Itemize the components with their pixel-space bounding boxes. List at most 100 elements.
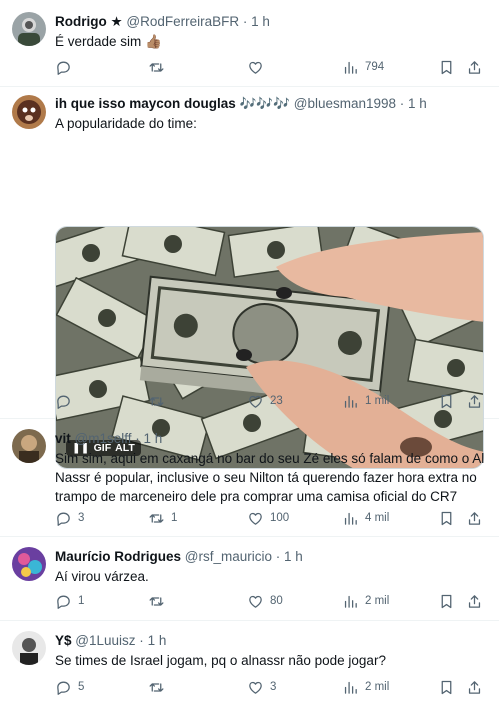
reply-count: 5 [78, 681, 85, 693]
views-icon [342, 510, 359, 527]
share-button[interactable] [466, 391, 483, 411]
bookmark-button[interactable] [438, 57, 455, 77]
views-button[interactable]: 794 [342, 57, 384, 77]
reply-icon [55, 593, 72, 610]
display-name[interactable]: vit [55, 431, 71, 446]
display-name[interactable]: Maurício Rodrigues [55, 549, 181, 564]
tweet-text: É verdade sim 👍🏽 [55, 34, 162, 49]
reply-count: 3 [78, 512, 85, 524]
retweet-count: 1 [171, 512, 178, 524]
separator: · [135, 431, 140, 446]
retweet-button[interactable] [148, 391, 171, 411]
reply-button[interactable]: 1 [55, 591, 84, 611]
timestamp[interactable]: 1 h [148, 633, 167, 648]
share-button[interactable] [466, 508, 483, 528]
tweet[interactable]: Maurício Rodrigues @rsf_mauricio · 1 h A… [0, 537, 499, 621]
tweet[interactable]: Y$ @1Luuisz · 1 h Se times de Israel jog… [0, 621, 499, 707]
tweet-header: vit @m1selff · 1 h [55, 430, 487, 447]
reply-button[interactable] [55, 57, 78, 77]
views-icon [342, 593, 359, 610]
avatar[interactable] [12, 429, 46, 463]
bookmark-icon [438, 679, 455, 696]
timestamp[interactable]: 1 h [251, 14, 270, 29]
tweet-text: Aí virou várzea. [55, 569, 149, 584]
share-icon [466, 593, 483, 610]
display-name[interactable]: ih que isso maycon douglas 🎶🎶🎶 [55, 96, 290, 111]
retweet-button[interactable] [148, 57, 171, 77]
reply-icon [55, 393, 72, 410]
avatar[interactable] [12, 547, 46, 581]
avatar[interactable] [12, 12, 46, 46]
bookmark-button[interactable] [438, 391, 455, 411]
retweet-button[interactable] [148, 591, 171, 611]
reply-button[interactable] [55, 391, 78, 411]
views-button[interactable]: 2 mil [342, 677, 389, 697]
reply-button[interactable]: 3 [55, 508, 84, 528]
timestamp[interactable]: 1 h [144, 431, 163, 446]
handle[interactable]: @rsf_mauricio [185, 549, 272, 564]
like-button[interactable] [247, 57, 270, 77]
share-icon [466, 679, 483, 696]
tweet[interactable]: Rodrigo ★ @RodFerreiraBFR · 1 h É verdad… [0, 0, 499, 87]
retweet-button[interactable]: 1 [148, 508, 177, 528]
views-button[interactable]: 4 mil [342, 508, 389, 528]
bookmark-button[interactable] [438, 591, 455, 611]
avatar[interactable] [12, 95, 46, 129]
views-count: 2 mil [365, 595, 390, 607]
handle[interactable]: @1Luuisz [75, 633, 135, 648]
like-button[interactable]: 23 [247, 391, 283, 411]
separator: · [139, 633, 144, 648]
display-name[interactable]: Y$ [55, 633, 72, 648]
share-button[interactable] [466, 591, 483, 611]
like-count: 80 [270, 595, 283, 607]
like-count: 23 [270, 395, 283, 407]
retweet-icon [148, 59, 165, 76]
tweet-text: Se times de Israel jogam, pq o alnassr n… [55, 653, 386, 668]
tweet-header: Maurício Rodrigues @rsf_mauricio · 1 h [55, 548, 487, 565]
display-name[interactable]: Rodrigo ★ [55, 14, 123, 29]
like-button[interactable]: 100 [247, 508, 289, 528]
bookmark-button[interactable] [438, 508, 455, 528]
retweet-icon [148, 393, 165, 410]
bookmark-icon [438, 59, 455, 76]
handle[interactable]: @m1selff [75, 431, 132, 446]
reply-count: 1 [78, 595, 85, 607]
tweet-header: Y$ @1Luuisz · 1 h [55, 632, 487, 649]
bookmark-icon [438, 510, 455, 527]
avatar[interactable] [12, 631, 46, 665]
bookmark-icon [438, 593, 455, 610]
tweet-header: Rodrigo ★ @RodFerreiraBFR · 1 h [55, 13, 487, 30]
like-button[interactable]: 3 [247, 677, 276, 697]
retweet-button[interactable] [148, 677, 171, 697]
timestamp[interactable]: 1 h [284, 549, 303, 564]
handle[interactable]: @RodFerreiraBFR [126, 14, 239, 29]
tweet[interactable]: ih que isso maycon douglas 🎶🎶🎶 @bluesman… [0, 87, 499, 469]
bookmark-button[interactable] [438, 677, 455, 697]
retweet-icon [148, 593, 165, 610]
share-icon [466, 393, 483, 410]
like-button[interactable]: 80 [247, 591, 283, 611]
views-icon [342, 59, 359, 76]
action-bar: 794 [55, 57, 485, 77]
action-bar: 1 80 2 mil [55, 591, 485, 611]
tweet[interactable]: vit @m1selff · 1 h Sim sim, aqui em caxa… [0, 419, 499, 537]
views-count: 4 mil [365, 512, 390, 524]
action-bar: 3 1 100 4 mil [55, 508, 485, 528]
views-button[interactable]: 2 mil [342, 591, 389, 611]
like-count: 100 [270, 512, 290, 524]
views-count: 794 [365, 61, 385, 73]
views-button[interactable]: 1 mil [342, 391, 389, 411]
like-icon [247, 679, 264, 696]
bookmark-icon [438, 393, 455, 410]
views-icon [342, 393, 359, 410]
share-icon [466, 510, 483, 527]
timestamp[interactable]: 1 h [408, 96, 427, 111]
like-count: 3 [270, 681, 277, 693]
reply-button[interactable]: 5 [55, 677, 84, 697]
like-icon [247, 510, 264, 527]
share-button[interactable] [466, 57, 483, 77]
action-bar: 23 1 mil [55, 391, 485, 411]
share-button[interactable] [466, 677, 483, 697]
handle[interactable]: @bluesman1998 [294, 96, 396, 111]
separator: · [242, 14, 248, 29]
